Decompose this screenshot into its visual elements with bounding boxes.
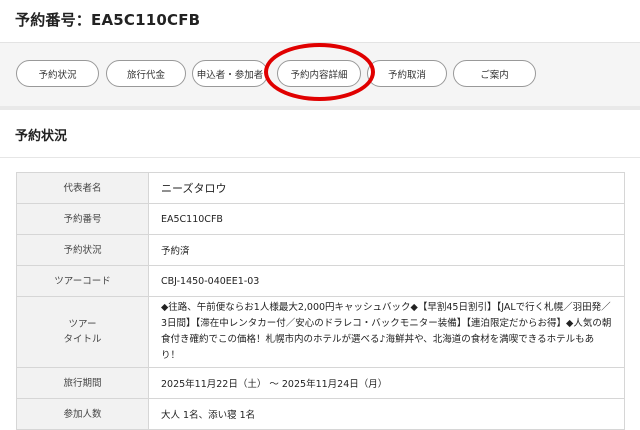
row-label-line: タイトル bbox=[63, 334, 102, 345]
tab-applicant-participants[interactable]: 申込者・参加者 bbox=[192, 60, 268, 87]
page-title: 予約番号：EA5C110CFB bbox=[15, 11, 201, 29]
tab-bar: 予約状況 旅行代金 申込者・参加者 予約内容詳細 予約取消 ご案内 bbox=[0, 43, 640, 106]
tour-title-value: ◆往路、午前便ならお1人様最大2,000円キャッシュバック◆【早割45日割引】【… bbox=[148, 296, 625, 368]
tab-booking-details[interactable]: 予約内容詳細 bbox=[277, 60, 361, 87]
booking-status-value: 予約済 bbox=[148, 234, 625, 266]
table-row: ツアーコード CBJ-1450-040EE1-03 bbox=[16, 265, 625, 297]
participants-value: 大人 1名、添い寝 1名 bbox=[148, 398, 625, 430]
header: 予約番号：EA5C110CFB bbox=[0, 0, 640, 43]
table-row: 参加人数 大人 1名、添い寝 1名 bbox=[16, 398, 625, 430]
booking-number-value: EA5C110CFB bbox=[148, 203, 625, 235]
row-label: ツアー タイトル bbox=[16, 296, 149, 368]
row-label: 旅行期間 bbox=[16, 367, 149, 399]
table-row: 予約番号 EA5C110CFB bbox=[16, 203, 625, 235]
table-row: 代表者名 ニーズタロウ bbox=[16, 172, 625, 204]
row-label-line: ツアー bbox=[68, 319, 97, 330]
booking-detail-table: 代表者名 ニーズタロウ 予約番号 EA5C110CFB 予約状況 予約済 ツアー… bbox=[16, 172, 625, 430]
section-title: 予約状況 bbox=[15, 129, 68, 144]
row-label: 予約番号 bbox=[16, 203, 149, 235]
row-label: 予約状況 bbox=[16, 234, 149, 266]
table-row: 予約状況 予約済 bbox=[16, 234, 625, 266]
travel-period-value: 2025年11月22日（土） ～ 2025年11月24日（月） bbox=[148, 367, 625, 399]
tab-travel-fee[interactable]: 旅行代金 bbox=[106, 60, 186, 87]
tab-cancel-booking[interactable]: 予約取消 bbox=[367, 60, 447, 87]
tab-booking-status[interactable]: 予約状況 bbox=[16, 60, 99, 87]
row-label: 代表者名 bbox=[16, 172, 149, 204]
row-label: ツアーコード bbox=[16, 265, 149, 297]
page: 予約番号：EA5C110CFB 予約状況 旅行代金 申込者・参加者 予約内容詳細… bbox=[0, 0, 640, 430]
divider bbox=[0, 157, 640, 158]
tour-code-value: CBJ-1450-040EE1-03 bbox=[148, 265, 625, 297]
table-row: 旅行期間 2025年11月22日（土） ～ 2025年11月24日（月） bbox=[16, 367, 625, 399]
table-row: ツアー タイトル ◆往路、午前便ならお1人様最大2,000円キャッシュバック◆【… bbox=[16, 296, 625, 368]
tab-information[interactable]: ご案内 bbox=[453, 60, 536, 87]
section-separator bbox=[0, 106, 640, 110]
row-label: 参加人数 bbox=[16, 398, 149, 430]
representative-name: ニーズタロウ bbox=[148, 172, 625, 204]
